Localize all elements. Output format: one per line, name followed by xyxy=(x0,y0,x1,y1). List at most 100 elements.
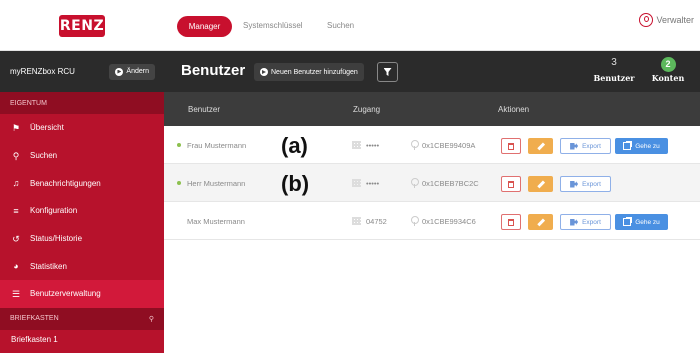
sidebar-item-label: Briefkasten 1 xyxy=(11,335,58,345)
sidebar-item-mailbox-1[interactable]: Briefkasten 1 xyxy=(0,330,164,350)
top-bar: RENZ Manager Systemschlüssel Suchen Verw… xyxy=(0,0,700,51)
export-button[interactable]: Export xyxy=(560,176,611,192)
export-button[interactable]: Export xyxy=(560,214,611,230)
pin-cell: ••••• xyxy=(352,164,379,202)
list-icon: ☰ xyxy=(11,288,21,299)
key-cell: 0x1CBE9934C6 xyxy=(411,202,476,240)
key-icon xyxy=(411,178,419,188)
nav-system-keys[interactable]: Systemschlüssel xyxy=(243,21,303,30)
sidebar-item-overview[interactable]: ⚑ Übersicht xyxy=(0,114,164,142)
table-row[interactable]: Frau Mustermann ••••• 0x1CBE99409A Expor… xyxy=(164,126,700,164)
export-label: Export xyxy=(582,218,601,226)
sidebar-item-configuration[interactable]: ≡ Konfiguration xyxy=(0,197,164,225)
external-link-icon xyxy=(623,141,633,150)
goto-button[interactable]: Gehe zu xyxy=(615,138,668,154)
user-cell: Herr Mustermann xyxy=(177,164,245,202)
logo-area: RENZ xyxy=(0,0,164,51)
edit-button[interactable] xyxy=(528,214,553,230)
export-button[interactable]: Export xyxy=(560,138,611,154)
user-cell: Max Mustermann xyxy=(187,202,245,240)
renz-logo[interactable]: RENZ xyxy=(59,14,105,37)
table-header: Benutzer Zugang Aktionen xyxy=(164,92,700,126)
table-row[interactable]: Max Mustermann 04752 0x1CBE9934C6 Export… xyxy=(164,202,700,240)
goto-label: Gehe zu xyxy=(635,142,660,150)
sidebar-item-label: Benachrichtigungen xyxy=(30,178,101,188)
export-icon xyxy=(570,180,579,188)
user-menu[interactable]: Verwalter xyxy=(639,13,694,27)
pencil-icon xyxy=(536,218,545,226)
goto-button[interactable]: Gehe zu xyxy=(615,214,668,230)
user-icon xyxy=(639,13,654,27)
pencil-icon xyxy=(536,180,545,188)
sidebar-header: myRENZbox RCU Ändern xyxy=(0,51,164,92)
bell-icon: ♫ xyxy=(12,178,20,189)
nav-search[interactable]: Suchen xyxy=(327,21,354,30)
section-mailbox-label: BRIEFKASTEN xyxy=(10,315,59,323)
pin-value: 04752 xyxy=(366,216,387,226)
sidebar-item-statistics[interactable]: ◕ Statistiken xyxy=(0,252,164,280)
flag-icon: ⚑ xyxy=(11,122,21,133)
export-icon xyxy=(570,142,579,150)
filter-button[interactable] xyxy=(377,62,398,82)
active-status-dot xyxy=(177,143,181,147)
search-icon: ⚲ xyxy=(12,150,20,161)
sidebar-item-status-history[interactable]: ↺ Status/Historie xyxy=(0,225,164,253)
trash-icon xyxy=(508,180,514,188)
external-link-icon xyxy=(623,217,633,226)
section-property-label: EIGENTUM xyxy=(10,99,47,107)
stat-users-label: Benutzer xyxy=(593,73,635,83)
sidebar-item-user-management[interactable]: ☰ Benutzerverwaltung xyxy=(0,280,164,308)
plus-circle-icon xyxy=(260,68,268,76)
keypad-icon xyxy=(352,179,361,187)
sidebar-item-label: Konfiguration xyxy=(30,206,78,216)
table-row[interactable]: Herr Mustermann ••••• 0x1CBEB7BC2C Expor… xyxy=(164,164,700,202)
callout-b: (b) xyxy=(281,171,310,196)
user-name: Max Mustermann xyxy=(187,216,245,226)
sidebar-item-label: Statistiken xyxy=(30,261,67,271)
pin-value: ••••• xyxy=(366,140,380,150)
change-box-button[interactable]: Ändern xyxy=(109,63,155,80)
column-actions: Aktionen xyxy=(498,105,530,114)
stat-accounts-count: 2 xyxy=(660,57,676,72)
export-icon xyxy=(570,218,579,226)
delete-button[interactable] xyxy=(501,214,521,230)
sidebar-item-label: Suchen xyxy=(30,151,58,161)
sidebar-item-notifications[interactable]: ♫ Benachrichtigungen xyxy=(0,169,164,197)
key-id: 0x1CBEB7BC2C xyxy=(422,178,479,188)
edit-button[interactable] xyxy=(528,138,553,154)
active-status-dot xyxy=(177,181,181,185)
add-user-label: Neuen Benutzer hinzufügen xyxy=(271,68,358,76)
sidebar-item-label: Benutzerverwaltung xyxy=(30,289,101,299)
box-name: myRENZbox RCU xyxy=(10,67,75,76)
pin-cell: 04752 xyxy=(352,202,387,240)
column-user: Benutzer xyxy=(188,105,221,114)
goto-label: Gehe zu xyxy=(635,218,660,226)
page-header: Benutzer Neuen Benutzer hinzufügen 3 Ben… xyxy=(164,51,700,92)
nav-manager[interactable]: Manager xyxy=(177,16,232,37)
stat-users-count: 3 xyxy=(611,57,617,68)
stat-accounts-label: Konten xyxy=(651,73,685,83)
mailbox-search-icon[interactable]: ⚲ xyxy=(149,315,154,323)
edit-button[interactable] xyxy=(528,176,553,192)
delete-button[interactable] xyxy=(501,176,521,192)
pin-value: ••••• xyxy=(366,178,380,188)
user-name: Frau Mustermann xyxy=(187,140,247,150)
trash-icon xyxy=(508,142,514,150)
pie-chart-icon: ◕ xyxy=(13,261,19,272)
stat-accounts: 2 Konten xyxy=(642,57,694,83)
key-cell: 0x1CBE99409A xyxy=(411,126,475,164)
add-user-button[interactable]: Neuen Benutzer hinzufügen xyxy=(254,63,364,81)
sidebar-item-label: Status/Historie xyxy=(30,234,83,244)
sidebar-item-search[interactable]: ⚲ Suchen xyxy=(0,142,164,170)
stat-users: 3 Benutzer xyxy=(592,57,636,83)
pin-cell: ••••• xyxy=(352,126,379,164)
delete-button[interactable] xyxy=(501,138,521,154)
arrow-circle-icon xyxy=(115,67,124,76)
section-property: EIGENTUM xyxy=(0,92,164,114)
key-id: 0x1CBE99409A xyxy=(422,140,476,150)
trash-icon xyxy=(508,218,514,226)
column-access: Zugang xyxy=(353,105,381,114)
sidebar: myRENZbox RCU Ändern EIGENTUM ⚑ Übersich… xyxy=(0,51,164,353)
keypad-icon xyxy=(352,217,361,225)
callout-a: (a) xyxy=(281,133,308,158)
